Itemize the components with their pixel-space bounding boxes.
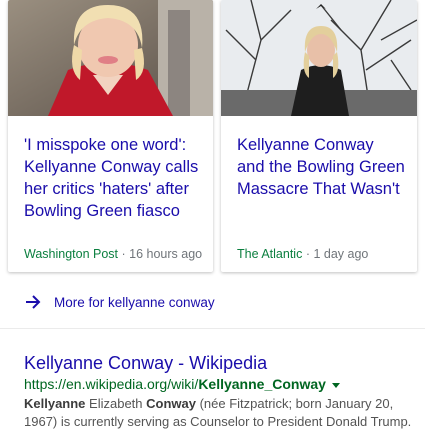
news-thumbnail-1[interactable] (8, 0, 213, 116)
news-publisher-2: The Atlantic (237, 247, 303, 261)
arrow-right-icon (26, 295, 41, 309)
result-snippet: Kellyanne Elizabeth Conway (née Fitzpatr… (24, 395, 424, 431)
photo-woman-trees (221, 0, 417, 116)
news-card-2[interactable]: Kellyanne Conway and the Bowling Green M… (221, 0, 417, 272)
snippet-text-1: Elizabeth (85, 396, 147, 411)
more-news-link[interactable]: More for kellyanne conway (24, 293, 215, 311)
news-age-2: 1 day ago (313, 247, 369, 261)
news-headline-2[interactable]: Kellyanne Conway and the Bowling Green M… (237, 134, 405, 200)
search-result: Kellyanne Conway - Wikipedia https://en.… (24, 352, 425, 431)
snippet-bold-2: Conway (146, 396, 196, 411)
photo-woman-red-dress (8, 0, 213, 116)
more-news-label: More for kellyanne conway (54, 294, 215, 310)
news-card-1[interactable]: 'I misspoke one word': Kellyanne Conway … (8, 0, 213, 272)
news-source-1: Washington Post · 16 hours ago (24, 247, 205, 261)
result-title[interactable]: Kellyanne Conway - Wikipedia (24, 352, 425, 374)
result-url: https://en.wikipedia.org/wiki/Kellyanne_… (24, 375, 425, 394)
chevron-down-icon[interactable] (331, 382, 340, 388)
result-url-bold: Kellyanne_Conway (198, 376, 326, 392)
divider (0, 328, 425, 329)
news-headline-1[interactable]: 'I misspoke one word': Kellyanne Conway … (24, 134, 201, 222)
result-url-prefix: https://en.wikipedia.org/wiki/ (24, 376, 199, 392)
news-age-1: 16 hours ago (129, 247, 203, 261)
news-publisher-1: Washington Post (24, 247, 119, 261)
snippet-bold-1: Kellyanne (24, 396, 86, 411)
news-source-2: The Atlantic · 1 day ago (237, 247, 409, 261)
source-separator: · (121, 247, 130, 261)
news-thumbnail-2[interactable] (221, 0, 417, 116)
